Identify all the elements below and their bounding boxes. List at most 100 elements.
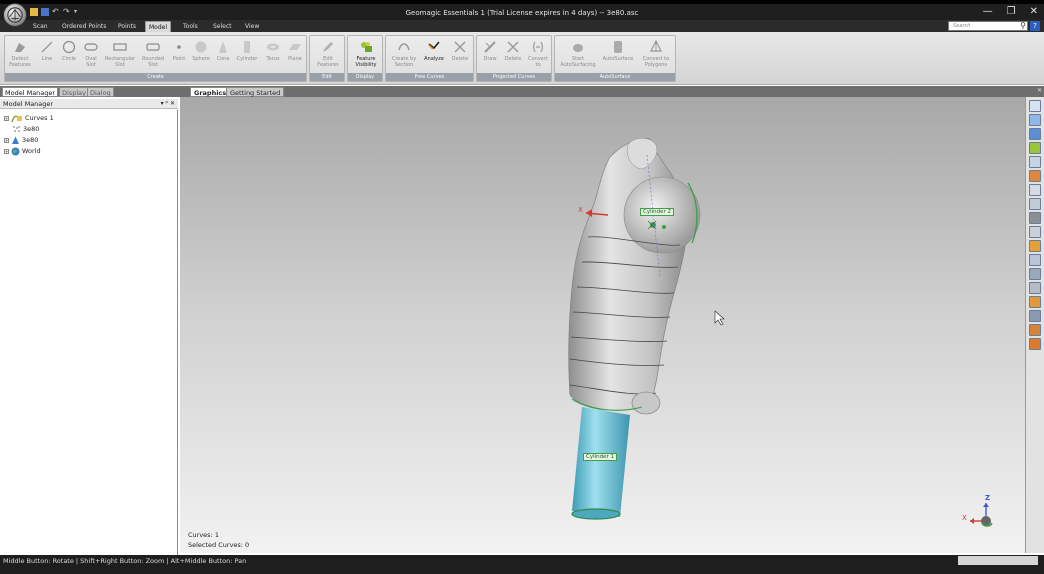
start-autosurfacing-button[interactable]: Start AutoSurfacing bbox=[559, 40, 597, 68]
tab-ordered-points[interactable]: Ordered Points bbox=[59, 21, 109, 32]
status-bar: Middle Button: Rotate | Shift+Right Butt… bbox=[0, 555, 1044, 574]
plane-button[interactable]: Plane bbox=[285, 40, 305, 62]
expand-toggle[interactable]: + bbox=[4, 115, 9, 121]
window-title: Geomagic Essentials 1 (Trial License exp… bbox=[405, 9, 639, 17]
start-autosurfacing-icon bbox=[573, 44, 583, 52]
tab-graphics[interactable]: Graphics bbox=[190, 87, 231, 97]
draw-projected-curve-button[interactable]: Draw bbox=[479, 40, 501, 62]
cylinder-1-label[interactable]: Cylinder 1 bbox=[583, 453, 618, 461]
detect-features-button[interactable]: Detect Features bbox=[7, 40, 33, 68]
autosurface-button[interactable]: AutoSurface bbox=[601, 40, 635, 62]
ribbon: Detect Features Line Circle Oval Slot Re… bbox=[0, 32, 1044, 85]
view-toolbar-button-18[interactable] bbox=[1029, 338, 1041, 350]
view-toolbar-button-4[interactable] bbox=[1029, 142, 1041, 154]
line-button[interactable]: Line bbox=[37, 40, 57, 62]
tree-item-world[interactable]: + World bbox=[4, 146, 41, 156]
view-toolbar-button-11[interactable] bbox=[1029, 240, 1041, 252]
tab-view[interactable]: View bbox=[242, 21, 262, 32]
cylinder-button[interactable]: Cylinder bbox=[235, 40, 259, 62]
view-toolbar-button-15[interactable] bbox=[1029, 296, 1041, 308]
convert-to-button[interactable]: Convert to bbox=[525, 40, 551, 68]
application-menu-button[interactable] bbox=[3, 3, 27, 27]
expand-toggle[interactable]: + bbox=[4, 148, 9, 154]
delete-projected-curve-button[interactable]: Delete bbox=[502, 40, 524, 62]
edit-features-button[interactable]: Edit Features bbox=[316, 40, 340, 68]
view-toolbar-button-8[interactable] bbox=[1029, 198, 1041, 210]
ribbon-group-create: Detect Features Line Circle Oval Slot Re… bbox=[4, 35, 307, 82]
rectangular-slot-button[interactable]: Rectangular Slot bbox=[105, 40, 135, 68]
view-toolbar-button-12[interactable] bbox=[1029, 254, 1041, 266]
analyze-button[interactable]: Analyze bbox=[422, 40, 446, 62]
plane-icon bbox=[289, 44, 301, 50]
tab-getting-started[interactable]: Getting Started bbox=[226, 87, 285, 97]
tab-model-manager[interactable]: Model Manager bbox=[2, 87, 59, 97]
view-toolbar-button-5[interactable] bbox=[1029, 156, 1041, 168]
cylinder-2-label[interactable]: Cylinder 2 bbox=[640, 208, 675, 216]
panel-controls[interactable]: ▾ ᵖ ✕ bbox=[161, 99, 175, 109]
minimize-button[interactable]: — bbox=[983, 6, 993, 17]
search-input[interactable]: Search bbox=[948, 21, 1028, 31]
title-bar: ↶ ↷ ▾ Geomagic Essentials 1 (Trial Licen… bbox=[0, 0, 1044, 20]
circle-button[interactable]: Circle bbox=[59, 40, 79, 62]
group-label-free-curves: Free Curves bbox=[386, 73, 473, 81]
feature-visibility-icon bbox=[361, 42, 372, 52]
sphere-button[interactable]: Sphere bbox=[191, 40, 211, 62]
model-tree: + Curves 1 3e80 + 3e80 + World bbox=[0, 110, 178, 555]
view-toolbar-button-9[interactable] bbox=[1029, 212, 1041, 224]
convert-to-polygons-button[interactable]: Convert to Polygons bbox=[639, 40, 673, 68]
search-icon[interactable]: ⚲ bbox=[1020, 21, 1026, 30]
graphics-viewport[interactable]: Cylinder 2 Cylinder 1 X X Z Curves: 1 Se… bbox=[180, 97, 1025, 553]
tab-model[interactable]: Model bbox=[145, 21, 172, 32]
view-toolbar-button-13[interactable] bbox=[1029, 268, 1041, 280]
create-by-section-button[interactable]: Create by Section bbox=[390, 40, 418, 68]
tab-select[interactable]: Select bbox=[210, 21, 235, 32]
view-toolbar-button-2[interactable] bbox=[1029, 114, 1041, 126]
app-window: ↶ ↷ ▾ Geomagic Essentials 1 (Trial Licen… bbox=[0, 0, 1044, 574]
detect-features-icon bbox=[15, 43, 25, 52]
analyze-icon bbox=[428, 41, 440, 50]
expand-toggle[interactable]: + bbox=[4, 137, 9, 143]
tree-item-label: 3e80 bbox=[22, 136, 39, 144]
tab-scan[interactable]: Scan bbox=[30, 21, 51, 32]
rounded-slot-button[interactable]: Rounded Slot bbox=[141, 40, 165, 68]
oval-slot-button[interactable]: Oval Slot bbox=[81, 40, 101, 68]
view-toolbar-button-14[interactable] bbox=[1029, 282, 1041, 294]
view-toolbar-button-7[interactable] bbox=[1029, 184, 1041, 196]
close-view-icon[interactable]: ✕ bbox=[1037, 87, 1042, 94]
view-tab-bar: Graphics Getting Started ✕ bbox=[180, 86, 1044, 97]
group-label-autosurface: AutoSurface bbox=[555, 73, 675, 81]
draw-curve-icon bbox=[484, 41, 496, 53]
point-button[interactable]: Point bbox=[169, 40, 189, 62]
selected-curves-text: Selected Curves: 0 bbox=[188, 541, 250, 549]
tree-item-polygon-model[interactable]: + 3e80 bbox=[4, 135, 38, 145]
tab-points[interactable]: Points bbox=[115, 21, 139, 32]
cone-icon bbox=[219, 41, 227, 53]
delete-free-curve-button[interactable]: Delete bbox=[448, 40, 472, 62]
ribbon-tab-bar: Scan Ordered Points Points Model Tools S… bbox=[0, 20, 1044, 32]
create-by-section-icon bbox=[398, 43, 410, 51]
polygon-model-icon bbox=[12, 136, 19, 144]
feature-visibility-button[interactable]: Feature Visibility bbox=[352, 40, 380, 68]
cylinder-icon bbox=[244, 41, 250, 53]
close-button[interactable]: ✕ bbox=[1030, 6, 1038, 17]
tree-item-point-cloud[interactable]: 3e80 bbox=[12, 124, 39, 134]
torus-button[interactable]: Torus bbox=[263, 40, 283, 62]
view-toolbar-button-16[interactable] bbox=[1029, 310, 1041, 322]
view-toolbar-button-3[interactable] bbox=[1029, 128, 1041, 140]
cone-button[interactable]: Cone bbox=[213, 40, 233, 62]
mouse-cursor-icon bbox=[714, 310, 725, 326]
maximize-button[interactable]: ❐ bbox=[1007, 6, 1016, 17]
help-icon[interactable]: ? bbox=[1030, 21, 1040, 31]
model-body[interactable] bbox=[568, 138, 701, 415]
tab-dialog[interactable]: Dialog bbox=[87, 87, 114, 97]
tab-display[interactable]: Display bbox=[59, 87, 89, 97]
view-toolbar-button-10[interactable] bbox=[1029, 226, 1041, 238]
tab-tools[interactable]: Tools bbox=[180, 21, 201, 32]
cylinder-1-feature[interactable] bbox=[571, 407, 630, 520]
tree-item-curves[interactable]: + Curves 1 bbox=[4, 113, 54, 123]
view-toolbar-button-1[interactable] bbox=[1029, 100, 1041, 112]
view-toolbar-button-17[interactable] bbox=[1029, 324, 1041, 336]
oval-slot-icon bbox=[84, 43, 98, 51]
model-manager-header: Model Manager ▾ ᵖ ✕ bbox=[0, 99, 178, 109]
view-toolbar-button-6[interactable] bbox=[1029, 170, 1041, 182]
